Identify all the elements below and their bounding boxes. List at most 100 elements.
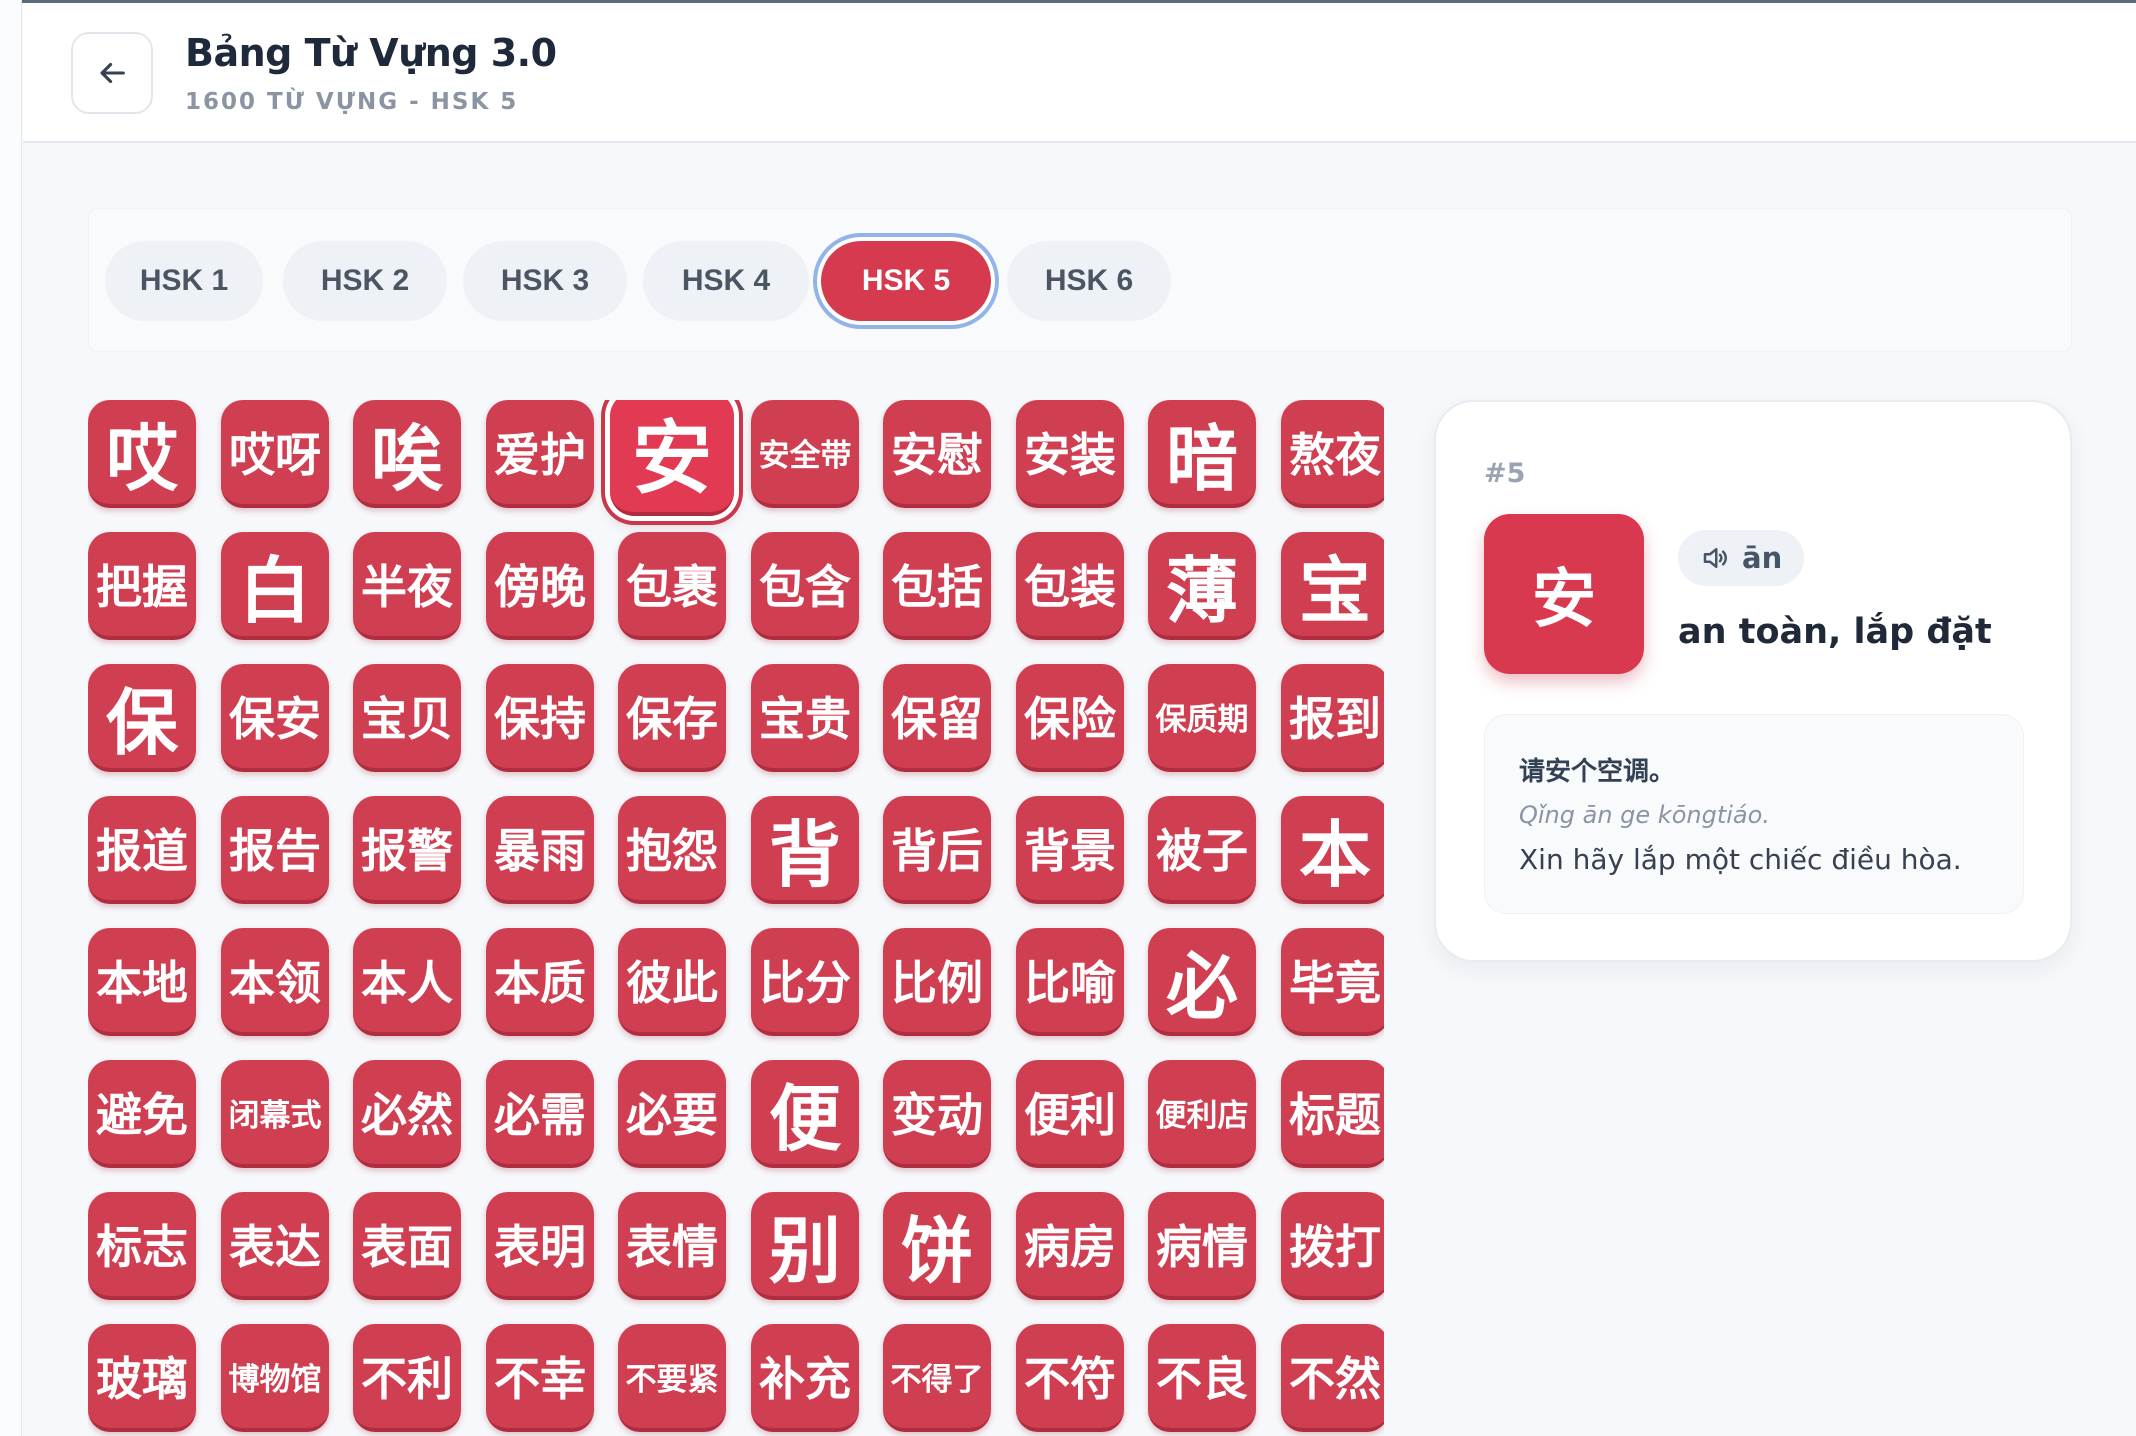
word-tile[interactable]: 彼此 — [618, 928, 726, 1036]
word-tile[interactable]: 保持 — [486, 664, 594, 772]
word-tile[interactable]: 保存 — [618, 664, 726, 772]
word-tile[interactable]: 饼 — [883, 1192, 991, 1300]
word-tile[interactable]: 保安 — [221, 664, 329, 772]
pinyin-label: ān — [1742, 541, 1783, 575]
word-tile[interactable]: 报警 — [353, 796, 461, 904]
word-tile[interactable]: 保留 — [883, 664, 991, 772]
word-tile[interactable]: 安 — [610, 400, 734, 516]
word-tile[interactable]: 傍晚 — [486, 532, 594, 640]
word-tile[interactable]: 标志 — [88, 1192, 196, 1300]
word-meaning: an toàn, lắp đặt — [1678, 612, 1992, 652]
example-box: 请安个空调。 Qǐng ān ge kōngtiáo. Xin hãy lắp … — [1484, 714, 2024, 914]
word-tile[interactable]: 博物馆 — [221, 1324, 329, 1432]
word-tile[interactable]: 白 — [221, 532, 329, 640]
example-translation: Xin hãy lắp một chiếc điều hòa. — [1519, 843, 1962, 876]
word-tile[interactable]: 表情 — [618, 1192, 726, 1300]
word-tile[interactable]: 比分 — [751, 928, 859, 1036]
word-tile[interactable]: 必要 — [618, 1060, 726, 1168]
word-tile[interactable]: 必 — [1148, 928, 1256, 1036]
word-tile[interactable]: 便利 — [1016, 1060, 1124, 1168]
page-subtitle: 1600 TỪ VỰNG - HSK 5 — [185, 89, 519, 115]
example-pinyin: Qǐng ān ge kōngtiáo. — [1519, 801, 1770, 829]
word-tile[interactable]: 包括 — [883, 532, 991, 640]
word-tile[interactable]: 便利店 — [1148, 1060, 1256, 1168]
word-tile[interactable]: 不得了 — [883, 1324, 991, 1432]
word-tile[interactable]: 宝贝 — [353, 664, 461, 772]
tab-hsk-4[interactable]: HSK 4 — [643, 241, 809, 321]
word-tile[interactable]: 不然 — [1281, 1324, 1384, 1432]
word-tile[interactable]: 必然 — [353, 1060, 461, 1168]
word-tile[interactable]: 被子 — [1148, 796, 1256, 904]
word-tile[interactable]: 薄 — [1148, 532, 1256, 640]
word-detail-card: #5 安 ān an toàn, lắp đặt 请安个空调。 Qǐng ān … — [1434, 400, 2072, 962]
word-tile[interactable]: 本地 — [88, 928, 196, 1036]
word-tile[interactable]: 哎 — [88, 400, 196, 508]
word-tile[interactable]: 表面 — [353, 1192, 461, 1300]
app-header: Bảng Từ Vựng 3.0 1600 TỪ VỰNG - HSK 5 — [23, 3, 2136, 143]
word-tile[interactable]: 表达 — [221, 1192, 329, 1300]
word-index: #5 — [1484, 458, 1526, 489]
word-tile[interactable]: 不要紧 — [618, 1324, 726, 1432]
word-tile[interactable]: 比例 — [883, 928, 991, 1036]
tab-hsk-5[interactable]: HSK 5 — [821, 241, 991, 321]
word-tile[interactable]: 便 — [751, 1060, 859, 1168]
word-tile[interactable]: 不利 — [353, 1324, 461, 1432]
word-tile[interactable]: 毕竟 — [1281, 928, 1384, 1036]
word-tile[interactable]: 宝贵 — [751, 664, 859, 772]
word-tile[interactable]: 安全带 — [751, 400, 859, 508]
vocab-grid: 哎哎呀唉爱护安安全带 安慰 安装暗熬夜 把握白半夜 傍晚 包裹 包含 包括 包装薄宝保保安 宝贝保… — [88, 400, 1384, 1436]
word-tile[interactable]: 标题 — [1281, 1060, 1384, 1168]
word-tile[interactable]: 报告 — [221, 796, 329, 904]
word-tile[interactable]: 补充 — [751, 1324, 859, 1432]
word-tile[interactable]: 病情 — [1148, 1192, 1256, 1300]
word-tile[interactable]: 爱护 — [486, 400, 594, 508]
word-tile[interactable]: 闭幕式 — [221, 1060, 329, 1168]
word-tile[interactable]: 拨打 — [1281, 1192, 1384, 1300]
word-tile[interactable]: 宝 — [1281, 532, 1384, 640]
word-tile[interactable]: 熬夜 — [1281, 400, 1384, 508]
word-tile[interactable]: 本人 — [353, 928, 461, 1036]
word-tile[interactable]: 不幸 — [486, 1324, 594, 1432]
word-tile[interactable]: 背 — [751, 796, 859, 904]
word-tile[interactable]: 玻璃 — [88, 1324, 196, 1432]
word-tile[interactable]: 病房 — [1016, 1192, 1124, 1300]
word-tile[interactable]: 别 — [751, 1192, 859, 1300]
tab-hsk-1[interactable]: HSK 1 — [105, 241, 263, 321]
word-tile[interactable]: 保险 — [1016, 664, 1124, 772]
word-tile[interactable]: 报到 — [1281, 664, 1384, 772]
word-tile[interactable]: 本 — [1281, 796, 1384, 904]
tab-hsk-6[interactable]: HSK 6 — [1007, 241, 1171, 321]
word-tile[interactable]: 包裹 — [618, 532, 726, 640]
word-tile[interactable]: 避免 — [88, 1060, 196, 1168]
word-tile[interactable]: 保 — [88, 664, 196, 772]
tab-hsk-2[interactable]: HSK 2 — [283, 241, 447, 321]
word-tile[interactable]: 把握 — [88, 532, 196, 640]
word-tile[interactable]: 不良 — [1148, 1324, 1256, 1432]
word-tile[interactable]: 哎呀 — [221, 400, 329, 508]
word-tile[interactable]: 保质期 — [1148, 664, 1256, 772]
word-tile[interactable]: 不符 — [1016, 1324, 1124, 1432]
word-tile[interactable]: 表明 — [486, 1192, 594, 1300]
word-tile[interactable]: 本质 — [486, 928, 594, 1036]
pronounce-button[interactable]: ān — [1678, 530, 1805, 586]
word-tile[interactable]: 变动 — [883, 1060, 991, 1168]
word-tile[interactable]: 背景 — [1016, 796, 1124, 904]
back-button[interactable] — [71, 32, 153, 114]
example-chinese: 请安个空调。 — [1519, 757, 1676, 787]
word-tile[interactable]: 包装 — [1016, 532, 1124, 640]
word-tile[interactable]: 安装 — [1016, 400, 1124, 508]
word-tile[interactable]: 报道 — [88, 796, 196, 904]
word-tile[interactable]: 比喻 — [1016, 928, 1124, 1036]
word-tile[interactable]: 背后 — [883, 796, 991, 904]
word-tile[interactable]: 包含 — [751, 532, 859, 640]
word-tile[interactable]: 暗 — [1148, 400, 1256, 508]
word-tile[interactable]: 本领 — [221, 928, 329, 1036]
word-tile[interactable]: 唉 — [353, 400, 461, 508]
word-tile[interactable]: 半夜 — [353, 532, 461, 640]
word-tile[interactable]: 必需 — [486, 1060, 594, 1168]
word-tile[interactable]: 抱怨 — [618, 796, 726, 904]
arrow-left-icon — [100, 62, 125, 84]
tab-hsk-3[interactable]: HSK 3 — [463, 241, 627, 321]
word-tile[interactable]: 安慰 — [883, 400, 991, 508]
word-tile[interactable]: 暴雨 — [486, 796, 594, 904]
